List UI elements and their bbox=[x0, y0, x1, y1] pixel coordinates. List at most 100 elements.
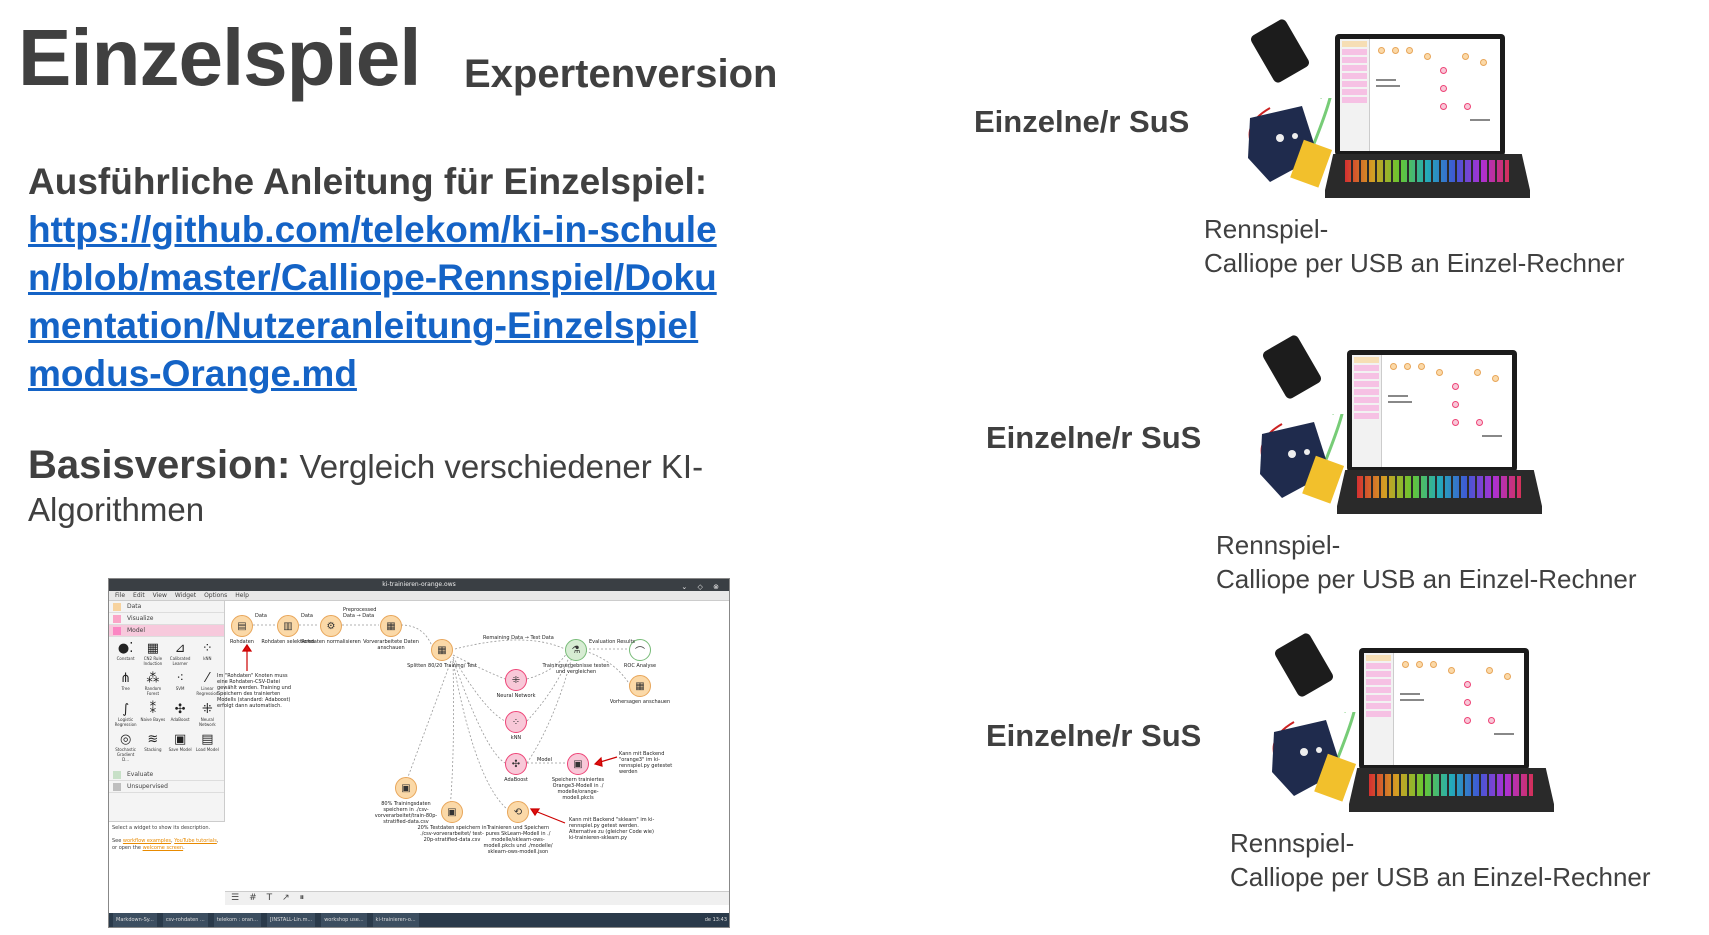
window-controls[interactable]: ⌄ ◇ ⊗ bbox=[681, 581, 723, 593]
caption-line-1: Rennspiel- bbox=[1230, 828, 1355, 858]
arrow-annotation-icon[interactable]: ↗ bbox=[282, 892, 290, 905]
widget-naive-bayes[interactable]: ⁑ Naive Bayes bbox=[140, 702, 165, 730]
node-rohdaten[interactable]: ▤ bbox=[231, 615, 253, 637]
description-text: Select a widget to show its description. bbox=[112, 825, 211, 831]
page-subtitle: Expertenversion bbox=[464, 52, 778, 96]
category-evaluate[interactable]: Evaluate bbox=[109, 769, 224, 781]
note-rohdaten: Im "Rohdaten" Knoten muss eine Rohdaten-… bbox=[217, 673, 292, 709]
orange-window-title: ki-trainieren-orange.ows ⌄ ◇ ⊗ bbox=[109, 579, 729, 591]
category-model[interactable]: Model bbox=[109, 625, 224, 637]
widget-sgd[interactable]: ◎ Stochastic Gradient D... bbox=[113, 732, 138, 765]
node-sklearn[interactable]: ⟲ bbox=[507, 801, 529, 823]
node-training-test[interactable]: ⚗ bbox=[565, 639, 587, 661]
taskbar: Markdown-Sy... csv-rohdaten ... telekom … bbox=[109, 913, 729, 927]
widget-calibrated[interactable]: ⊿ Calibrated Learner bbox=[168, 641, 193, 669]
description-links: See workflow examples, YouTube tutorials… bbox=[112, 838, 219, 851]
menu-view[interactable]: View bbox=[153, 591, 167, 600]
widget-label: Constant bbox=[116, 656, 135, 661]
node-vorverarbeitet[interactable]: ▦ bbox=[380, 615, 402, 637]
menu-help[interactable]: Help bbox=[235, 591, 249, 600]
node-trainingsdaten[interactable]: ▣ bbox=[395, 777, 417, 799]
laptop-keyboard bbox=[1325, 154, 1530, 198]
widget-svm[interactable]: ⁖ SVM bbox=[168, 671, 193, 699]
laptop-screen bbox=[1347, 350, 1517, 472]
menu-file[interactable]: File bbox=[115, 591, 125, 600]
setup-1-image bbox=[1240, 12, 1550, 212]
taskbar-item[interactable]: telekom : oran... bbox=[213, 913, 261, 927]
text-annotation-icon[interactable]: T bbox=[267, 892, 273, 905]
laptop-keyboard bbox=[1349, 768, 1554, 812]
stacking-icon: ≋ bbox=[147, 731, 159, 747]
workflow-examples-link[interactable]: workflow examples bbox=[123, 838, 171, 844]
calibrated-icon: ⊿ bbox=[174, 641, 186, 656]
forest-icon: ⁂ bbox=[146, 671, 160, 687]
category-unsupervised[interactable]: Unsupervised bbox=[109, 781, 224, 793]
setup-3-label: Einzelne/r SuS bbox=[986, 718, 1202, 753]
logreg-icon: ∫ bbox=[122, 701, 130, 717]
menu-edit[interactable]: Edit bbox=[133, 591, 145, 600]
canvas-toolbar: ☰ # T ↗ ⏸ bbox=[225, 891, 729, 905]
taskbar-item[interactable]: csv-rohdaten ... bbox=[162, 913, 208, 927]
edge-label-model: Model bbox=[537, 757, 553, 763]
widget-load-model[interactable]: ▤ Load Model bbox=[195, 732, 220, 765]
label-training: Trainingsergebnisse testen und vergleich… bbox=[542, 663, 610, 675]
widget-label: Stochastic Gradient D... bbox=[115, 746, 136, 762]
basis-label: Basisversion: bbox=[28, 443, 291, 487]
menu-options[interactable]: Options bbox=[204, 591, 227, 600]
welcome-screen-link[interactable]: welcome screen bbox=[143, 845, 184, 851]
widget-knn[interactable]: ⁘ kNN bbox=[195, 641, 220, 669]
category-visualize[interactable]: Visualize bbox=[109, 613, 224, 625]
guide-link[interactable]: https://github.com/telekom/ki-in-schulen… bbox=[28, 206, 728, 398]
node-splitten[interactable]: ▦ bbox=[431, 639, 453, 661]
arrow-rohdaten-head bbox=[241, 643, 253, 652]
node-testdaten[interactable]: ▣ bbox=[441, 801, 463, 823]
widget-label: AdaBoost bbox=[170, 716, 190, 722]
node-vorhersagen[interactable]: ▦ bbox=[629, 675, 651, 697]
widget-tree[interactable]: ⋔ Tree bbox=[113, 671, 138, 699]
caption-line-1: Rennspiel- bbox=[1216, 530, 1341, 560]
taskbar-item[interactable]: [INSTALL-Lin.m... bbox=[266, 913, 316, 927]
taskbar-item[interactable]: ki-trainieren-o... bbox=[372, 913, 419, 927]
caption-line-1: Rennspiel- bbox=[1204, 214, 1329, 244]
workflow-canvas[interactable]: ▤ Rohdaten ▥ Rohdaten selektieren ⚙ Rohd… bbox=[217, 601, 729, 905]
widget-adaboost[interactable]: ✣ AdaBoost bbox=[168, 702, 193, 730]
category-data[interactable]: Data bbox=[109, 601, 224, 613]
widget-description-panel: Select a widget to show its description.… bbox=[109, 821, 225, 905]
laptop-screen bbox=[1359, 648, 1529, 770]
pause-icon[interactable]: ⏸ bbox=[300, 892, 305, 905]
widget-save-model[interactable]: ▣ Save Model bbox=[168, 732, 193, 765]
list-icon[interactable]: ☰ bbox=[231, 892, 239, 905]
widget-label: Neural Network bbox=[199, 716, 216, 727]
label-adaboost: AdaBoost bbox=[504, 777, 528, 783]
link-splitten-adaboost bbox=[452, 658, 506, 764]
widget-cn2[interactable]: ▦ CN2 Rule Induction bbox=[140, 641, 165, 669]
label-sklearn: Trainieren und Speichern pures SkLearn-M… bbox=[483, 825, 553, 855]
widget-label: Save Model bbox=[168, 746, 192, 752]
widget-constant[interactable]: ●⁚ Constant bbox=[113, 641, 138, 669]
widget-random-forest[interactable]: ⁂ Random Forest bbox=[140, 671, 165, 699]
node-speichern-orange[interactable]: ▣ bbox=[567, 753, 589, 775]
arrow-orange3-head bbox=[593, 756, 603, 767]
load-model-icon: ▤ bbox=[201, 731, 214, 747]
model-widget-grid: ●⁚ Constant ▦ CN2 Rule Induction ⊿ Calibrat… bbox=[109, 637, 224, 769]
widget-stacking[interactable]: ≋ Stacking bbox=[140, 732, 165, 765]
widget-label: SVM bbox=[175, 686, 185, 692]
taskbar-item[interactable]: workshop use... bbox=[321, 913, 367, 927]
node-selektieren[interactable]: ▥ bbox=[277, 615, 299, 637]
menu-widget[interactable]: Widget bbox=[175, 591, 196, 600]
grid-icon[interactable]: # bbox=[249, 892, 257, 905]
youtube-tutorials-link[interactable]: YouTube tutorials bbox=[174, 838, 217, 844]
node-neural-network[interactable]: ⁜ bbox=[505, 669, 527, 691]
node-normalisieren[interactable]: ⚙ bbox=[320, 615, 342, 637]
orange-preview bbox=[1340, 39, 1500, 151]
widget-logistic-regression[interactable]: ∫ Logistic Regression bbox=[113, 702, 138, 730]
label-vorhersagen: Vorhersagen anschauen bbox=[609, 699, 671, 705]
description-see: See bbox=[112, 838, 123, 844]
sgd-icon: ◎ bbox=[119, 731, 132, 747]
node-knn[interactable]: ⁘ bbox=[505, 711, 527, 733]
node-adaboost[interactable]: ✣ bbox=[505, 753, 527, 775]
edge-label-preprocessed: Preprocessed Data → Data bbox=[343, 607, 377, 619]
adaboost-icon: ✣ bbox=[174, 701, 186, 717]
taskbar-item[interactable]: Markdown-Sy... bbox=[113, 913, 157, 927]
edge-label-data2: Data bbox=[301, 613, 313, 619]
